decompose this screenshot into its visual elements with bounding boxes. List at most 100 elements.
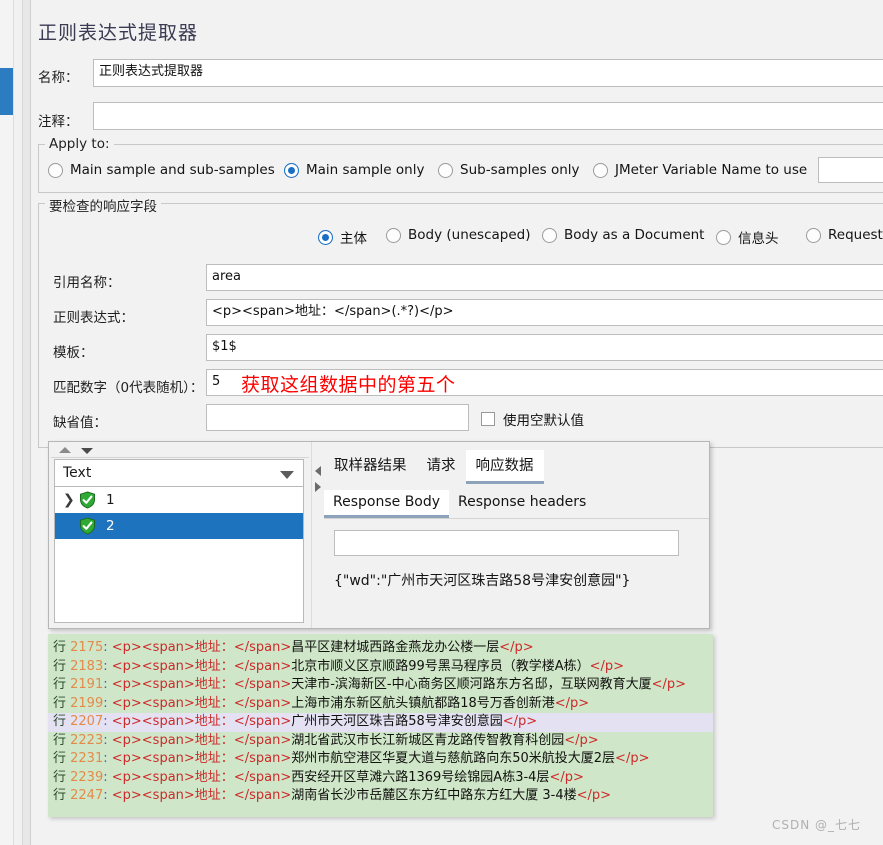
tree-row[interactable]: ❯ 1 (55, 487, 303, 513)
radio-label: Body as a Document (564, 227, 705, 243)
tree-row[interactable]: 2 (55, 513, 303, 539)
code-line-address: 湖南省长沙市岳麓区东方红中路东方红大厦 3-4楼 (291, 788, 577, 803)
regular-expression-input[interactable]: <p><span>地址：</span>(.*?)</p> (206, 299, 883, 326)
code-line-end-tag: </p> (589, 658, 625, 674)
reference-name-input[interactable]: area (206, 264, 883, 291)
code-line-number: 2223 (70, 732, 104, 748)
code-line-colon: : (103, 788, 112, 803)
radio-label: Main sample only (306, 162, 425, 178)
code-line-number: 2191 (70, 677, 104, 692)
code-line-number: 2231 (70, 751, 104, 766)
code-line-address: 北京市顺义区京顺路99号黑马程序员（教学楼A栋） (291, 658, 590, 674)
tab-response-body[interactable]: Response Body (324, 490, 450, 518)
code-line-prefix: 行 (53, 677, 71, 692)
code-line: 行 2199: <p><span>地址：</span>上海市浦东新区航头镇航都路… (48, 695, 713, 714)
collapse-right-icon[interactable] (315, 482, 321, 492)
code-line-colon: : (103, 732, 112, 748)
code-line-address: 湖北省武汉市长江新城区青龙路传智教育科创园 (291, 732, 565, 748)
comment-input[interactable] (93, 102, 883, 130)
radio-body-unescaped[interactable]: Body (unescaped) (386, 227, 531, 243)
page-title: 正则表达式提取器 (38, 22, 199, 44)
code-line-close-tag: </span> (233, 751, 292, 766)
code-line-close-tag: </span> (233, 658, 292, 674)
tree-row-label: 2 (106, 518, 115, 534)
radio-label: Sub-samples only (460, 162, 580, 178)
code-line-end-tag: </p> (564, 732, 599, 748)
collapse-left-icon[interactable] (315, 466, 321, 476)
code-line-colon: : (103, 658, 112, 674)
radio-main-sample-only[interactable]: Main sample only (284, 162, 424, 178)
code-line-close-tag: </span> (233, 714, 292, 729)
regular-expression-label: 正则表达式： (53, 310, 134, 326)
radio-dot (542, 227, 557, 243)
code-line-end-tag: </p> (576, 788, 612, 803)
code-line-prefix: 行 (53, 769, 71, 785)
tree-toolbar (51, 444, 309, 458)
apply-to-legend: Apply to: (45, 136, 114, 152)
code-line-open-tag: <p><span>地址： (111, 658, 234, 674)
response-search-input[interactable] (334, 530, 679, 556)
response-body-text: {"wd":"广州市天河区珠吉路58号津安创意园"} (334, 573, 631, 589)
template-input[interactable]: $1$ (206, 334, 883, 361)
success-shield-icon (79, 517, 96, 535)
scroll-up-icon[interactable] (59, 447, 71, 453)
radio-dot (284, 162, 299, 178)
code-line-number: 2199 (70, 695, 104, 711)
name-input[interactable]: 正则表达式提取器 (93, 59, 883, 87)
results-type-dropdown[interactable]: Text (54, 459, 304, 487)
code-line-open-tag: <p><span>地址： (111, 769, 234, 785)
code-line-prefix: 行 (53, 695, 71, 711)
chevron-down-icon (280, 471, 294, 479)
code-line-open-tag: <p><span>地址： (111, 751, 234, 766)
code-line: 行 2247: <p><span>地址：</span>湖南省长沙市岳麓区东方红中… (48, 787, 713, 806)
results-tree-list[interactable]: ❯ 1 2 (54, 487, 304, 623)
code-line-prefix: 行 (53, 714, 71, 729)
radio-headers[interactable]: 信息头 (716, 227, 779, 247)
code-line-prefix: 行 (53, 640, 71, 655)
left-gutter (14, 0, 22, 845)
tab-response-headers[interactable]: Response headers (449, 490, 595, 518)
code-line-colon: : (103, 695, 112, 711)
code-line-end-tag: </p> (651, 677, 687, 692)
radio-sub-samples-only[interactable]: Sub-samples only (438, 162, 580, 178)
tab-response-data[interactable]: 响应数据 (465, 450, 544, 484)
left-scroll-rail[interactable] (0, 0, 14, 845)
tab-sampler-result[interactable]: 取样器结果 (324, 450, 417, 484)
radio-dot (48, 162, 63, 178)
match-number-label: 匹配数字（0代表随机）： (53, 380, 204, 396)
code-line-open-tag: <p><span>地址： (111, 695, 234, 711)
checkbox-label: 使用空默认值 (503, 413, 584, 429)
tab-request[interactable]: 请求 (417, 450, 466, 484)
red-annotation-text: 获取这组数据中的第五个 (241, 374, 456, 396)
code-line-number: 2207 (70, 714, 104, 729)
results-tree-pane: Text ❯ 1 2 (49, 442, 311, 628)
code-line-number: 2175 (70, 640, 104, 655)
code-line-end-tag: </p> (615, 751, 650, 766)
default-value-input[interactable] (206, 404, 469, 431)
radio-label: 主体 (340, 231, 367, 247)
code-line-close-tag: </span> (233, 732, 292, 748)
code-line-end-tag: </p> (549, 769, 584, 785)
radio-dot (716, 229, 731, 245)
comment-label: 注释： (38, 114, 79, 130)
jmeter-variable-name-input[interactable] (818, 157, 883, 183)
radio-dot (593, 162, 608, 178)
primary-tabs: 取样器结果 请求 响应数据 (324, 450, 544, 484)
success-shield-icon (79, 491, 96, 509)
use-empty-default-checkbox[interactable]: 使用空默认值 (481, 409, 584, 429)
left-scroll-thumb[interactable] (0, 68, 13, 115)
code-line-close-tag: </span> (233, 695, 292, 711)
radio-main-sample-and-sub-samples[interactable]: Main sample and sub-samples (48, 162, 275, 178)
radio-body-as-a-document[interactable]: Body as a Document (542, 227, 704, 243)
chevron-right-icon[interactable]: ❯ (63, 493, 79, 507)
results-pane-divider[interactable] (311, 442, 325, 628)
code-line: 行 2239: <p><span>地址：</span>西安经开区草滩六路1369… (48, 769, 713, 788)
scroll-down-icon[interactable] (81, 448, 93, 454)
radio-request[interactable]: Request (806, 227, 883, 243)
reference-name-label: 引用名称： (53, 275, 121, 291)
radio-body[interactable]: 主体 (318, 227, 367, 247)
name-label: 名称： (38, 70, 79, 86)
matched-lines-code-block: 行 2175: <p><span>地址：</span>昌平区建材城西路金燕龙办公… (48, 634, 713, 817)
radio-jmeter-variable-name[interactable]: JMeter Variable Name to use (593, 162, 807, 178)
code-line: 行 2183: <p><span>地址：</span>北京市顺义区京顺路99号黑… (48, 658, 713, 677)
